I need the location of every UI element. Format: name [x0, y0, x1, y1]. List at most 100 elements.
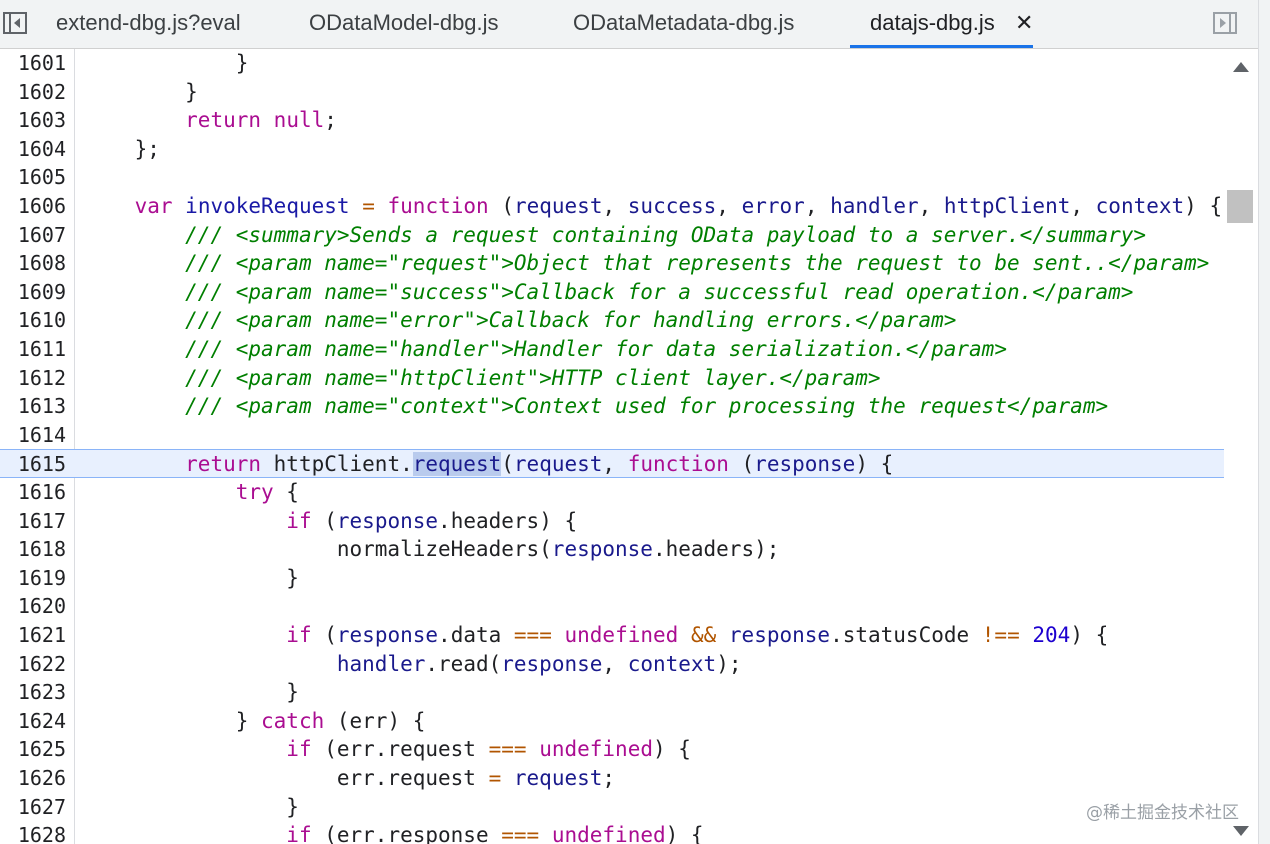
code-line[interactable]: 1607 /// <summary>Sends a request contai… — [0, 221, 1224, 250]
scroll-up-arrow-icon[interactable] — [1233, 62, 1249, 72]
scroll-down-arrow-icon[interactable] — [1233, 826, 1249, 836]
code-text[interactable]: /// <param name="success">Callback for a… — [84, 278, 1133, 307]
code-line[interactable]: 1620 — [0, 592, 1224, 621]
code-text[interactable]: /// <param name="handler">Handler for da… — [84, 335, 1007, 364]
code-text[interactable]: } — [84, 793, 299, 822]
toggle-navigator-icon[interactable] — [2, 10, 28, 36]
code-text[interactable]: return null; — [84, 106, 337, 135]
line-number[interactable]: 1626 — [0, 764, 66, 793]
line-number[interactable]: 1601 — [0, 49, 66, 78]
code-line[interactable]: 1622 handler.read(response, context); — [0, 650, 1224, 679]
line-number[interactable]: 1613 — [0, 392, 66, 421]
line-number[interactable]: 1603 — [0, 106, 66, 135]
tab-datajs-dbg[interactable]: datajs-dbg.js — [850, 0, 1033, 48]
code-text[interactable]: /// <param name="httpClient">HTTP client… — [84, 364, 880, 393]
code-text[interactable]: } — [84, 78, 198, 107]
line-number[interactable]: 1610 — [0, 306, 66, 335]
code-text[interactable]: err.request = request; — [84, 764, 615, 793]
code-text[interactable]: /// <summary>Sends a request containing … — [84, 221, 1146, 250]
line-number[interactable]: 1602 — [0, 78, 66, 107]
code-text[interactable]: }; — [84, 135, 160, 164]
code-text[interactable]: if (response.data === undefined && respo… — [84, 621, 1108, 650]
line-number[interactable]: 1604 — [0, 135, 66, 164]
code-text[interactable]: return httpClient.request(request, funct… — [84, 450, 893, 479]
line-number[interactable]: 1607 — [0, 221, 66, 250]
code-line[interactable]: 1621 if (response.data === undefined && … — [0, 621, 1224, 650]
line-number[interactable]: 1620 — [0, 592, 66, 621]
line-number[interactable]: 1617 — [0, 507, 66, 536]
code-editor[interactable]: 1601 } 1602 } 1603 return null; 1604 }; 1605… — [0, 49, 1224, 844]
code-token: ) { — [1184, 194, 1223, 218]
line-number[interactable]: 1621 — [0, 621, 66, 650]
code-token: ; — [602, 766, 616, 790]
scrollbar-thumb[interactable] — [1227, 190, 1253, 223]
line-number[interactable]: 1619 — [0, 564, 66, 593]
code-line[interactable]: 1612 /// <param name="httpClient">HTTP c… — [0, 364, 1224, 393]
line-number[interactable]: 1624 — [0, 707, 66, 736]
line-number[interactable]: 1611 — [0, 335, 66, 364]
tab-odatamodel-dbg[interactable]: OData​Model-dbg.js — [309, 0, 499, 48]
vertical-scrollbar[interactable] — [1224, 49, 1258, 844]
code-line[interactable]: 1613 /// <param name="context">Context u… — [0, 392, 1224, 421]
code-text[interactable]: if (err.request === undefined) { — [84, 735, 691, 764]
code-line[interactable]: 1627 } — [0, 793, 1224, 822]
line-number[interactable]: 1616 — [0, 478, 66, 507]
code-text[interactable]: } — [84, 564, 299, 593]
code-text[interactable]: handler.read(response, context); — [84, 650, 742, 679]
code-line[interactable]: 1624 } catch (err) { — [0, 707, 1224, 736]
code-text[interactable]: if (response.headers) { — [84, 507, 577, 536]
code-line[interactable]: 1604 }; — [0, 135, 1224, 164]
code-text[interactable]: } catch (err) { — [84, 707, 426, 736]
line-number[interactable]: 1618 — [0, 535, 66, 564]
line-number[interactable]: 1614 — [0, 421, 66, 450]
line-number[interactable]: 1625 — [0, 735, 66, 764]
code-line[interactable]: 1605 — [0, 163, 1224, 192]
code-text[interactable]: try { — [84, 478, 299, 507]
line-number[interactable]: 1628 — [0, 821, 66, 844]
line-number[interactable]: 1623 — [0, 678, 66, 707]
toggle-debugger-icon[interactable] — [1212, 10, 1238, 36]
line-number[interactable]: 1612 — [0, 364, 66, 393]
code-line[interactable]: 1614 — [0, 421, 1224, 450]
code-token: } — [84, 79, 198, 104]
code-line[interactable]: 1610 /// <param name="error">Callback fo… — [0, 306, 1224, 335]
code-line[interactable]: 1618 normalizeHeaders(response.headers); — [0, 535, 1224, 564]
code-text[interactable]: /// <param name="error">Callback for han… — [84, 306, 956, 335]
code-text[interactable]: if (err.response === undefined) { — [84, 821, 703, 844]
code-line[interactable]: 1609 /// <param name="success">Callback … — [0, 278, 1224, 307]
code-line[interactable]: 1616 try { — [0, 478, 1224, 507]
code-line[interactable]: 1626 err.request = request; — [0, 764, 1224, 793]
code-line-current[interactable]: 1615 return httpClient.request(request, … — [0, 449, 1224, 478]
code-text[interactable]: /// <param name="request">Object that re… — [84, 249, 1209, 278]
code-text[interactable]: /// <param name="context">Context used f… — [84, 392, 1108, 421]
line-number[interactable]: 1609 — [0, 278, 66, 307]
code-line[interactable]: 1611 /// <param name="handler">Handler f… — [0, 335, 1224, 364]
code-line[interactable]: 1619 } — [0, 564, 1224, 593]
close-icon[interactable]: ✕ — [1015, 0, 1033, 46]
code-line[interactable]: 1625 if (err.request === undefined) { — [0, 735, 1224, 764]
code-text[interactable]: } — [84, 49, 249, 78]
code-line[interactable]: 1608 /// <param name="request">Object th… — [0, 249, 1224, 278]
code-text[interactable]: } — [84, 678, 299, 707]
code-line[interactable]: 1602 } — [0, 78, 1224, 107]
code-line[interactable]: 1623 } — [0, 678, 1224, 707]
code-text[interactable]: var invokeRequest = function (request, s… — [84, 192, 1223, 221]
tab-extend-dbg[interactable]: extend-dbg.js?eval — [56, 0, 241, 48]
line-number[interactable]: 1608 — [0, 249, 66, 278]
line-number[interactable]: 1605 — [0, 163, 66, 192]
code-text[interactable]: normalizeHeaders(response.headers); — [84, 535, 780, 564]
line-number[interactable]: 1627 — [0, 793, 66, 822]
code-line[interactable]: 1603 return null; — [0, 106, 1224, 135]
tab-odatametadata-dbg[interactable]: OData​Metadata-dbg.js — [573, 0, 794, 48]
code-token: ( — [728, 452, 755, 477]
line-number[interactable]: 1622 — [0, 650, 66, 679]
code-line[interactable]: 1628 if (err.response === undefined) { — [0, 821, 1224, 844]
code-line[interactable]: 1617 if (response.headers) { — [0, 507, 1224, 536]
line-number[interactable]: 1615 — [0, 450, 66, 479]
code-line[interactable]: 1601 } — [0, 49, 1224, 78]
line-number[interactable]: 1606 — [0, 192, 66, 221]
code-line[interactable]: 1606 var invokeRequest = function (reque… — [0, 192, 1224, 221]
